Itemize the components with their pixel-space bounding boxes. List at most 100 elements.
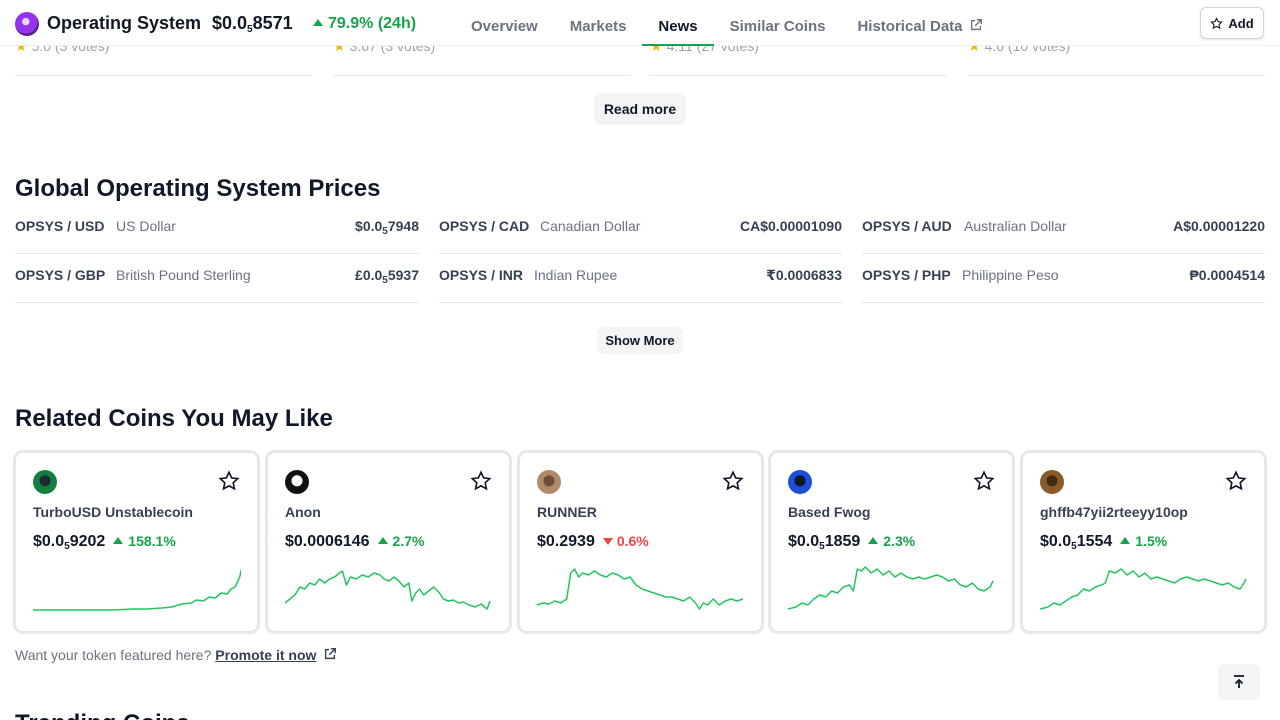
price-change: 2.3% (868, 533, 915, 549)
price-prefix: $0.2939 (537, 533, 595, 550)
star-outline-icon[interactable] (1225, 470, 1247, 492)
coin-price: $0.051859 2.3% (788, 533, 915, 552)
external-link-icon (325, 648, 337, 660)
back-to-top-button[interactable] (1218, 664, 1260, 700)
price-change-text: 1.5% (1135, 533, 1168, 549)
sparkline-path (285, 570, 491, 610)
currency-pair: OPSYS / GBP (15, 267, 106, 283)
tab-news[interactable]: News (642, 0, 714, 46)
price-prefix: $0.0 (33, 533, 65, 550)
price-change: 158.1% (113, 533, 176, 549)
currency-pair: OPSYS / PHP (862, 267, 951, 283)
coin-name: TurboUSD Unstablecoin (33, 504, 193, 520)
sparkline-path (1040, 568, 1247, 610)
global-prices-title: Global Operating System Prices (15, 175, 381, 202)
price-change: 0.6% (602, 533, 649, 549)
arrow-up-icon (113, 537, 124, 544)
price-change: 2.7% (377, 533, 425, 549)
promote-link-label: Promote it now (215, 647, 317, 663)
promote-link[interactable]: Promote it now (215, 647, 316, 663)
coin-logo (537, 470, 561, 494)
price-row[interactable]: OPSYS / CAD Canadian Dollar CA$0.0000109… (439, 205, 842, 254)
coin-price: $0.2939 0.6% (537, 533, 649, 551)
price-change-text: 158.1% (128, 533, 176, 549)
currency-name: Indian Rupee (534, 267, 618, 283)
coin-price: $0.051554 1.5% (1040, 533, 1167, 552)
price-prefix: ₹0.0006833 (766, 267, 842, 283)
price-sparkline (33, 569, 241, 611)
currency-price: CA$0.00001090 (740, 218, 842, 234)
star-outline-icon[interactable] (973, 470, 995, 492)
tab-similar-coins[interactable]: Similar Coins (714, 0, 842, 46)
related-coin-card[interactable]: ghffb47yii2rteeyy10op $0.051554 1.5% (1022, 452, 1265, 632)
read-more-button[interactable]: Read more (594, 93, 686, 125)
coin-logo (1040, 470, 1064, 494)
price-row[interactable]: OPSYS / INR Indian Rupee ₹0.0006833 (439, 254, 842, 303)
coin-logo (285, 470, 309, 494)
currency-pair: OPSYS / AUD (862, 218, 952, 234)
arrow-down-icon (602, 538, 613, 545)
currency-name: Philippine Peso (962, 267, 1059, 283)
star-outline-icon (1210, 16, 1224, 29)
price-change-text: 2.7% (392, 533, 425, 549)
external-link-icon (970, 19, 982, 31)
tab-historical-data[interactable]: Historical Data (841, 0, 998, 46)
sparkline-path (33, 569, 241, 611)
currency-name: US Dollar (116, 218, 176, 234)
star-outline-icon[interactable] (218, 470, 240, 492)
currency-name: British Pound Sterling (116, 267, 251, 283)
related-coin-card[interactable]: Anon $0.0006146 2.7% (267, 452, 510, 632)
currency-price: A$0.00001220 (1173, 218, 1265, 234)
currency-price: ₱0.0004514 (1189, 267, 1265, 283)
price-row[interactable]: OPSYS / GBP British Pound Sterling £0.05… (15, 254, 419, 303)
tab-bar: Overview Markets News Similar Coins Hist… (455, 0, 999, 46)
coin-name: Based Fwog (788, 504, 871, 520)
coin-price: $0.058571 (212, 13, 293, 35)
currency-name: Australian Dollar (964, 218, 1067, 234)
price-prefix: $0.0 (1040, 533, 1072, 550)
arrow-up-to-line-icon (1234, 675, 1244, 688)
price-prefix: $0.0 (212, 13, 248, 33)
arrow-up-icon (868, 537, 879, 544)
coin-name: Operating System (47, 13, 202, 33)
price-digits: 7948 (387, 218, 419, 234)
price-sparkline (1040, 568, 1247, 610)
price-row[interactable]: OPSYS / PHP Philippine Peso ₱0.0004514 (862, 254, 1265, 303)
coin-name: RUNNER (537, 504, 597, 520)
currency-pair: OPSYS / USD (15, 218, 105, 234)
price-digits: 1859 (824, 533, 861, 550)
currency-pair: OPSYS / INR (439, 267, 524, 283)
coin-name: ghffb47yii2rteeyy10op (1040, 504, 1188, 520)
coin-logo (788, 470, 812, 494)
coin-name: Anon (285, 504, 321, 520)
related-coin-card[interactable]: RUNNER $0.2939 0.6% (519, 452, 762, 632)
price-prefix: CA$0.00001090 (740, 218, 842, 234)
star-outline-icon[interactable] (722, 470, 744, 492)
price-change-text: 79.9% (24h) (328, 15, 417, 32)
trending-coins-title: Trending Coins (15, 710, 190, 720)
tab-overview[interactable]: Overview (455, 0, 554, 46)
add-button-label: Add (1228, 15, 1254, 31)
currency-price: $0.057948 (355, 218, 419, 237)
price-row[interactable]: OPSYS / USD US Dollar $0.057948 (15, 205, 419, 254)
price-prefix: £0.0 (355, 267, 383, 283)
tab-historical-data-label: Historical Data (857, 18, 963, 35)
currency-price: ₹0.0006833 (766, 267, 842, 284)
sparkline-path (788, 566, 994, 610)
add-watchlist-button[interactable]: Add (1200, 7, 1264, 39)
related-coin-card[interactable]: TurboUSD Unstablecoin $0.059202 158.1% (15, 452, 258, 632)
sticky-header: Operating System $0.058571 79.9% (24h) O… (0, 0, 1280, 46)
price-prefix: A$0.00001220 (1173, 218, 1265, 234)
tab-markets[interactable]: Markets (554, 0, 643, 46)
promo-line: Want your token featured here? Promote i… (15, 647, 337, 663)
related-coin-card[interactable]: Based Fwog $0.051859 2.3% (770, 452, 1013, 632)
price-change: 1.5% (1120, 533, 1167, 549)
price-row[interactable]: OPSYS / AUD Australian Dollar A$0.000012… (862, 205, 1265, 254)
star-outline-icon[interactable] (470, 470, 492, 492)
currency-price: £0.055937 (355, 267, 419, 286)
price-change: 79.9% (24h) (313, 15, 416, 33)
arrow-up-icon (377, 537, 388, 544)
price-digits: 9202 (69, 533, 106, 550)
show-more-button[interactable]: Show More (597, 327, 683, 354)
coin-price: $0.059202 158.1% (33, 533, 176, 552)
